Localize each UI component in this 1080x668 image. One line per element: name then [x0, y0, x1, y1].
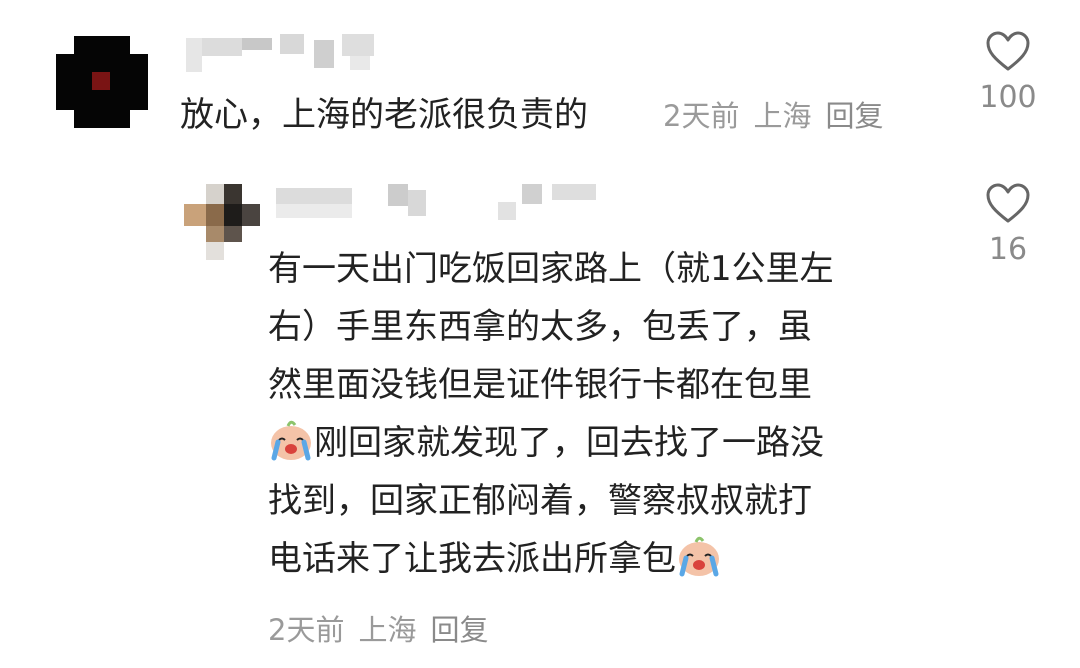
- reply-button[interactable]: 回复: [825, 99, 883, 133]
- comment-line: 找到，回家正郁闷着，警察叔叔就打: [268, 481, 812, 521]
- heart-icon: [986, 31, 1030, 71]
- comment-text: 放心，上海的老派很负责的: [180, 95, 588, 135]
- timestamp: 2天前: [268, 613, 345, 647]
- comment-line: 然里面没钱但是证件银行卡都在包里: [268, 365, 812, 405]
- reply-button[interactable]: 回复: [430, 613, 488, 647]
- comment-meta: 2天前 上海 回复: [268, 612, 502, 648]
- like-button[interactable]: 100: [968, 30, 1048, 116]
- crying-face-emoji: [268, 416, 314, 462]
- comment-line: 电话来了让我去派出所拿包: [268, 530, 948, 588]
- crying-face-emoji: [676, 532, 722, 578]
- like-count: 100: [979, 80, 1037, 115]
- avatar[interactable]: [56, 36, 148, 128]
- like-button[interactable]: 16: [968, 182, 1048, 268]
- username-redacted[interactable]: [276, 184, 596, 224]
- comment-line: 刚回家就发现了，回去找了一路没: [268, 414, 948, 472]
- comment-line: 有一天出门吃饭回家路上（就1公里左: [268, 249, 834, 289]
- location: 上海: [358, 613, 417, 647]
- timestamp: 2天前: [663, 99, 740, 133]
- username-redacted[interactable]: [186, 34, 396, 72]
- heart-icon: [986, 183, 1030, 223]
- comment-line-text: 电话来了让我去派出所拿包: [268, 539, 676, 579]
- comment-line-text: 刚回家就发现了，回去找了一路没: [314, 423, 824, 463]
- like-count: 16: [988, 232, 1028, 267]
- avatar[interactable]: [184, 184, 260, 260]
- location: 上海: [753, 99, 812, 133]
- comment-text: 有一天出门吃饭回家路上（就1公里左 右）手里东西拿的太多，包丢了，虽 然里面没钱…: [268, 240, 948, 588]
- comment-line: 右）手里东西拿的太多，包丢了，虽: [268, 307, 812, 347]
- comment-meta: 2天前 上海 回复: [663, 98, 897, 134]
